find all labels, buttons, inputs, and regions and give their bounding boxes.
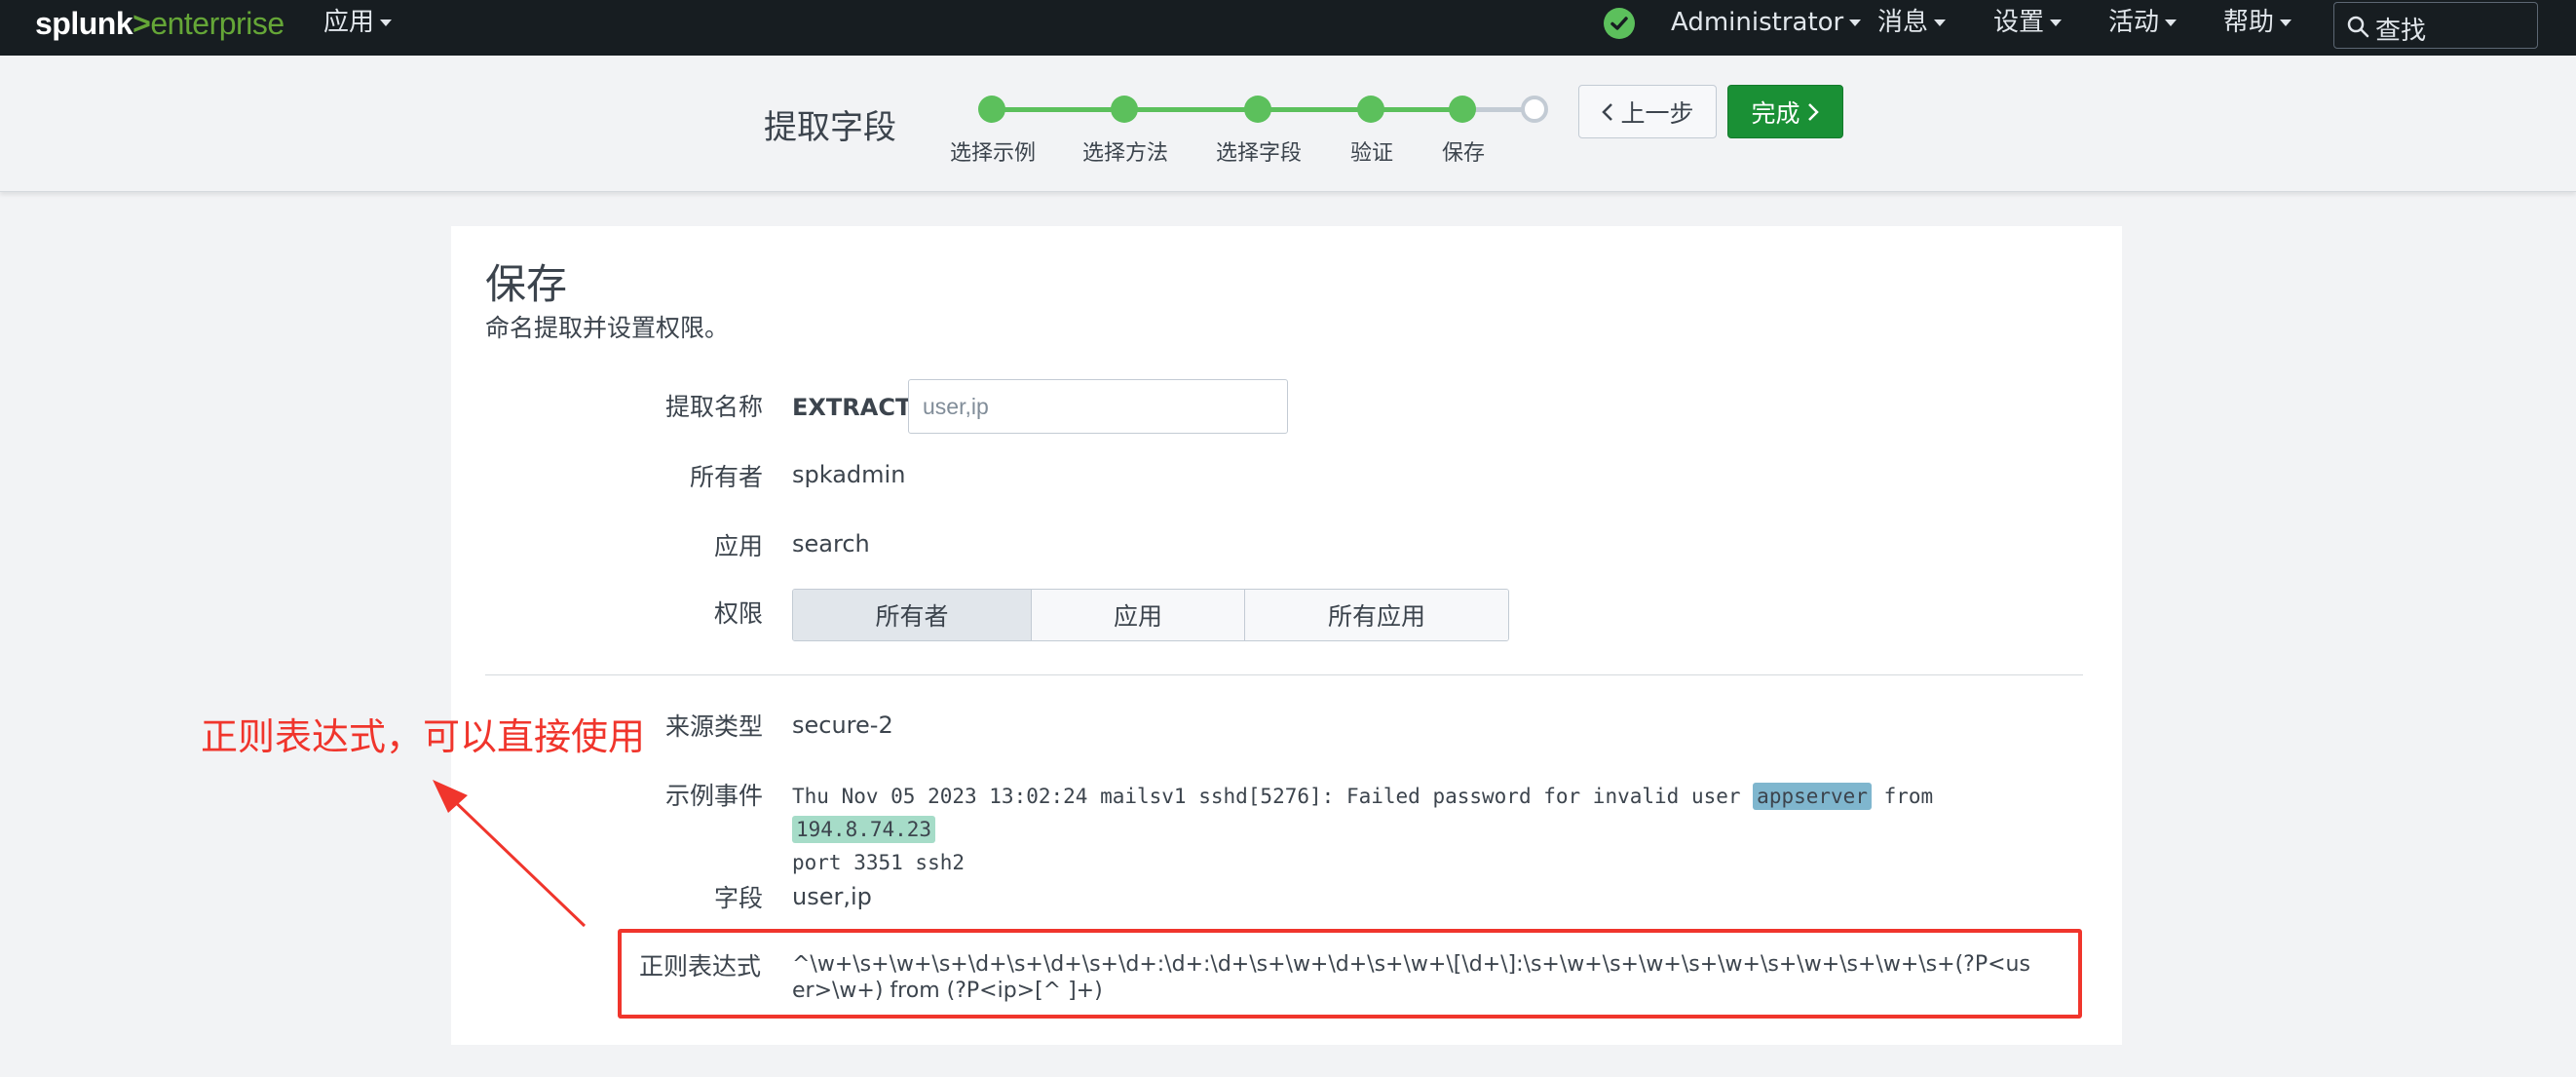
permission-all-apps-option[interactable]: 所有应用 [1245,590,1508,640]
previous-button[interactable]: 上一步 [1578,85,1717,138]
step-connector [1124,107,1258,112]
chevron-left-icon [1602,102,1613,121]
step-3-dot [1244,96,1271,123]
sourcetype-value: secure-2 [792,712,893,739]
wizard-header: 提取字段 选择示例 选择方法 选择字段 验证 保存 上一步 完成 [0,56,2576,192]
user-menu[interactable]: Administrator [1671,8,1862,37]
page-subtitle: 命名提取并设置权限。 [485,314,730,342]
step-connector [1258,107,1371,112]
search-input[interactable]: 查找 [2333,2,2538,49]
section-divider [485,674,2083,675]
chevron-down-icon [2280,19,2292,26]
activity-menu[interactable]: 活动 [2108,8,2178,37]
permission-app-option[interactable]: 应用 [1032,590,1245,640]
messages-menu[interactable]: 消息 [1877,8,1947,37]
step-label: 选择字段 [1215,141,1303,166]
extraction-name-label: 提取名称 [664,393,763,421]
step-connector [992,107,1124,112]
step-label: 选择示例 [949,141,1037,166]
permission-owner-option[interactable]: 所有者 [793,590,1032,640]
step-label: 选择方法 [1081,141,1169,166]
permissions-toggle: 所有者 应用 所有应用 [792,589,1509,641]
chevron-down-icon [1849,19,1862,26]
app-value: search [792,530,870,558]
wizard-title: 提取字段 [764,108,896,147]
splunk-logo[interactable]: splunk>enterprise [35,6,284,41]
save-panel: 保存 命名提取并设置权限。 提取名称 EXTRACT- 所有者 spkadmin… [451,226,2122,1045]
chevron-down-icon [380,19,393,26]
highlight-user: appserver [1753,783,1872,810]
fields-value: user,ip [792,883,872,910]
annotation-arrow-icon [433,780,587,928]
permissions-label: 权限 [713,599,763,628]
health-status-icon[interactable] [1604,8,1635,39]
help-menu[interactable]: 帮助 [2223,8,2292,37]
regex-highlight-box [618,929,2082,1019]
page-title: 保存 [485,260,568,308]
apps-menu[interactable]: 应用 [323,8,393,37]
step-4-dot [1357,96,1384,123]
settings-menu[interactable]: 设置 [1993,8,2063,37]
step-label: 验证 [1349,141,1394,166]
step-1-dot [978,96,1005,123]
chevron-down-icon [2165,19,2178,26]
step-5-dot [1449,96,1476,123]
step-6-dot [1521,96,1548,123]
sample-event: Thu Nov 05 2023 13:02:24 mailsv1 sshd[52… [792,783,1934,874]
chevron-down-icon [1934,19,1947,26]
step-label: 保存 [1441,141,1486,166]
owner-value: spkadmin [792,461,906,488]
extraction-prefix: EXTRACT- [792,394,918,421]
highlight-ip: 194.8.74.23 [792,816,936,843]
top-navigation-bar: splunk>enterprise 应用 Administrator 消息 设置… [0,0,2576,56]
step-2-dot [1111,96,1138,123]
chevron-down-icon [2050,19,2063,26]
extraction-name-input[interactable] [908,379,1288,434]
search-icon [2347,16,2369,38]
annotation-text: 正则表达式，可以直接使用 [201,715,646,758]
chevron-right-icon [1807,102,1819,121]
finish-button[interactable]: 完成 [1727,85,1843,138]
owner-label: 所有者 [689,463,763,491]
app-label: 应用 [713,532,763,560]
